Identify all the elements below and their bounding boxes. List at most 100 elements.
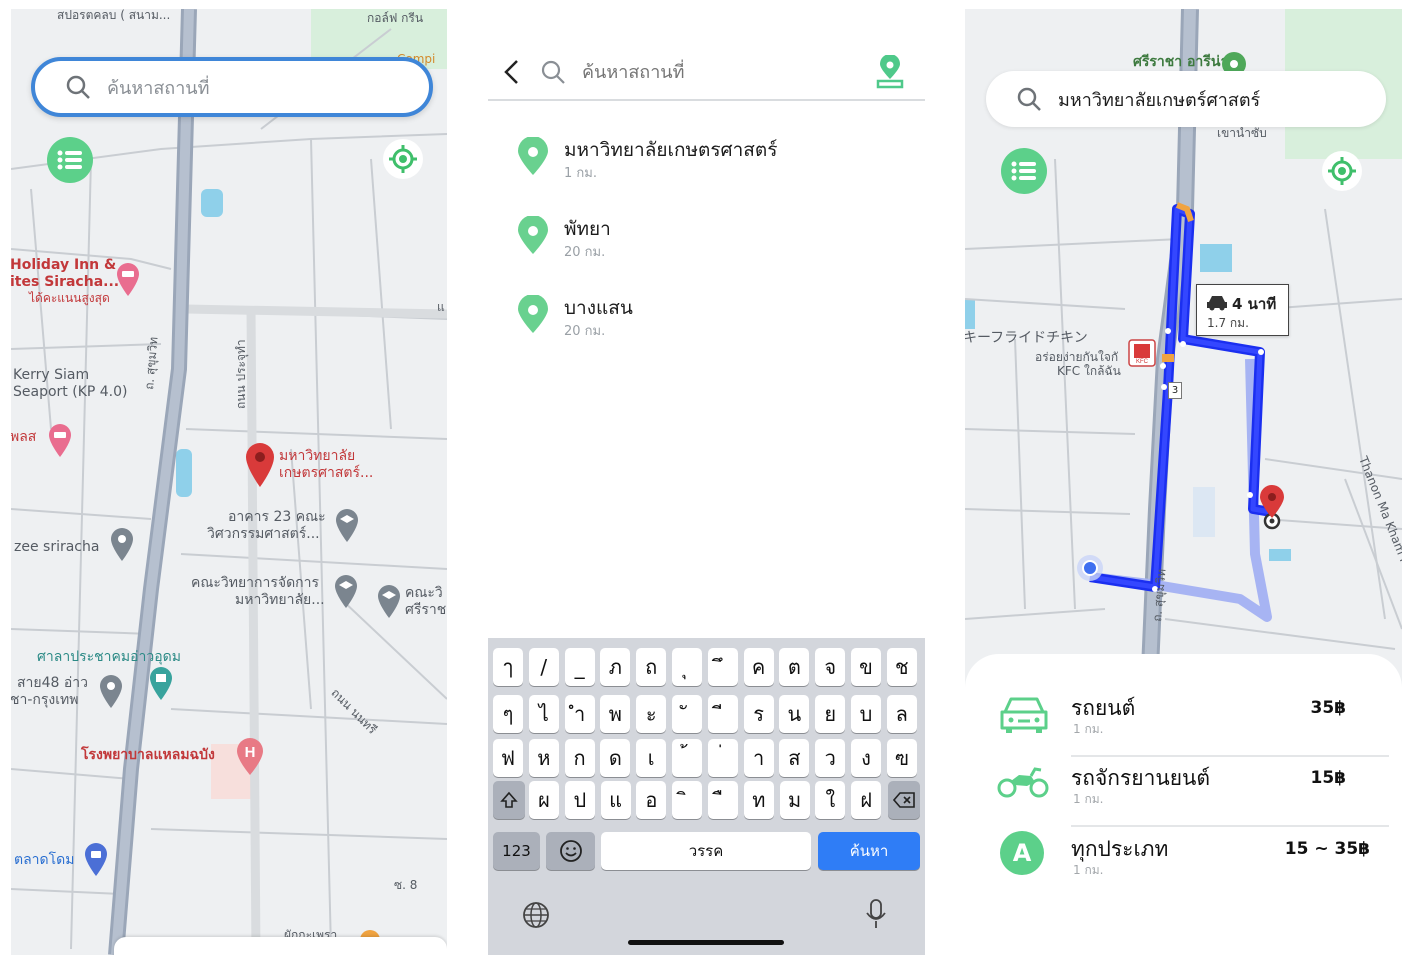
hospital-pin-icon[interactable]: H [235,737,265,777]
education-pin-icon[interactable] [334,508,360,544]
search-result-item[interactable]: พัทยา 20 กม. [516,214,896,274]
home-indicator [628,940,784,945]
my-location-button[interactable] [1322,151,1362,191]
keyboard-key[interactable]: อ [636,781,667,819]
keyboard-key[interactable]: ฟ [493,739,523,777]
result-distance: 20 กม. [564,324,606,339]
vehicle-option-motorcycle[interactable]: รถจักรยานยนต์ 1 กม. 15฿ [995,760,1390,820]
search-field[interactable] [582,55,842,89]
list-menu-button[interactable] [47,137,93,183]
search-result-item[interactable]: บางแสน 20 กม. [516,293,896,353]
education-pin-icon[interactable] [333,574,359,610]
keyboard-key[interactable]: ำ [564,695,595,733]
keyboard-key[interactable]: ฝ [851,781,882,819]
search-icon [541,60,565,84]
hotel-pin-icon[interactable] [115,262,141,298]
road-label: ซ. 8 [394,878,418,892]
search-key[interactable]: ค้นหา [818,832,920,870]
keyboard-key[interactable]: ี [707,695,738,733]
vehicle-option-car[interactable]: รถยนต์ 1 กม. 35฿ [995,690,1390,750]
keyboard-key[interactable]: ิ [672,781,703,819]
keyboard-key[interactable]: ว [815,739,846,777]
keyboard-key[interactable]: ม [779,781,810,819]
my-location-button[interactable] [383,139,423,179]
keyboard-key[interactable]: ท [743,781,774,819]
poi-label: ชา-กรุงเทพ [11,692,79,708]
poi-label-university: มหาวิทยาลัย [279,448,356,464]
hotel-pin-icon[interactable] [47,423,73,459]
search-input[interactable]: มหาวิทยาลัยเกษตร์ศาสตร์ [986,71,1386,127]
keyboard-key[interactable]: ะ [636,695,667,733]
route-time-callout[interactable]: 4 นาที 1.7 กม. [1196,284,1289,336]
keyboard-key[interactable]: ไ [528,695,559,733]
space-key[interactable]: วรรค [601,832,811,870]
keyboard-key[interactable]: ้ [672,739,702,777]
poi-label-kfc: キーフライドチキン [965,330,1088,346]
keyboard-key[interactable]: พ [600,695,631,733]
keyboard-key[interactable]: บ [851,695,881,733]
keyboard-key[interactable]: ร [743,695,774,733]
shift-icon [500,791,518,808]
keyboard-key[interactable]: ป [564,781,595,819]
back-button[interactable] [502,59,522,85]
keyboard-key[interactable]: ง [851,739,881,777]
list-menu-button[interactable] [1001,148,1047,194]
keyboard-key[interactable]: ึ [707,648,738,686]
keyboard-key[interactable]: ข [851,648,881,686]
keyboard-key[interactable]: ส [779,739,810,777]
globe-icon[interactable] [521,900,551,930]
keyboard-key[interactable]: น [779,695,810,733]
keyboard-key[interactable]: ผ [529,781,559,819]
keyboard-key[interactable]: ห [528,739,559,777]
search-result-item[interactable]: มหาวิทยาลัยเกษตรศาสตร์ 1 กม. [516,135,896,195]
keyboard-key[interactable]: ล [886,695,917,733]
education-pin-icon[interactable] [376,584,402,620]
poi-label: ศรีราช [405,602,447,618]
keyboard-key[interactable]: ด [600,739,631,777]
destination-pin-icon[interactable] [244,442,276,488]
shop-pin-icon[interactable] [83,842,109,878]
keyboard-key[interactable]: ื [708,781,738,819]
keyboard-key[interactable]: ุ [672,648,702,686]
map-label: เขาน้ำซับ [1217,126,1267,140]
all-types-icon: A [1000,831,1044,875]
keyboard-key[interactable]: ถ [636,648,667,686]
numbers-key[interactable]: 123 [493,832,540,870]
keyboard-key[interactable]: ค [743,648,774,686]
microphone-icon[interactable] [865,898,887,930]
keyboard-key[interactable]: ฃ [886,739,917,777]
map-pin-button-icon[interactable] [875,55,905,89]
keyboard-key[interactable]: ๆ [493,695,523,733]
emoji-key[interactable] [546,832,595,870]
place-pin-icon[interactable] [109,527,135,563]
keyboard-key[interactable]: ช [886,648,917,686]
landmark-pin-icon[interactable] [148,666,174,702]
keyboard-key[interactable]: เ [636,739,667,777]
keyboard-key[interactable]: ก [564,739,595,777]
shift-key[interactable] [493,781,525,819]
keyboard-key[interactable]: แ [600,781,631,819]
motorcycle-icon [997,767,1049,798]
vehicle-option-all[interactable]: A ทุกประเภท 1 กม. 15 ~ 35฿ [995,831,1390,891]
keyboard-key[interactable]: า [743,739,774,777]
keyboard-key[interactable]: จ [815,648,846,686]
keyboard-key[interactable]: / [528,648,559,686]
backspace-key[interactable] [888,781,920,819]
poi-label-kfc: KFC ใกล้ฉัน [1057,364,1121,378]
car-icon [1207,296,1227,311]
search-input[interactable]: ค้นหาสถานที่ [31,57,433,117]
bus-pin-icon[interactable] [98,674,124,710]
keyboard-key[interactable]: _ [564,648,595,686]
bottom-sheet-peek[interactable] [114,937,447,955]
keyboard-key[interactable]: ใ [815,781,846,819]
poi-label-kerry: Seaport (KP 4.0) [13,384,128,400]
keyboard-key[interactable]: ั [672,695,702,733]
search-header [488,9,925,101]
result-title: พัทยา [564,218,611,240]
keyboard-key[interactable]: ต [779,648,810,686]
destination-pin-icon[interactable] [1258,485,1286,519]
keyboard-key[interactable]: ย [815,695,846,733]
keyboard-key[interactable]: ่ [707,739,738,777]
keyboard-key[interactable]: ๅ [493,648,523,686]
keyboard-key[interactable]: ภ [600,648,631,686]
